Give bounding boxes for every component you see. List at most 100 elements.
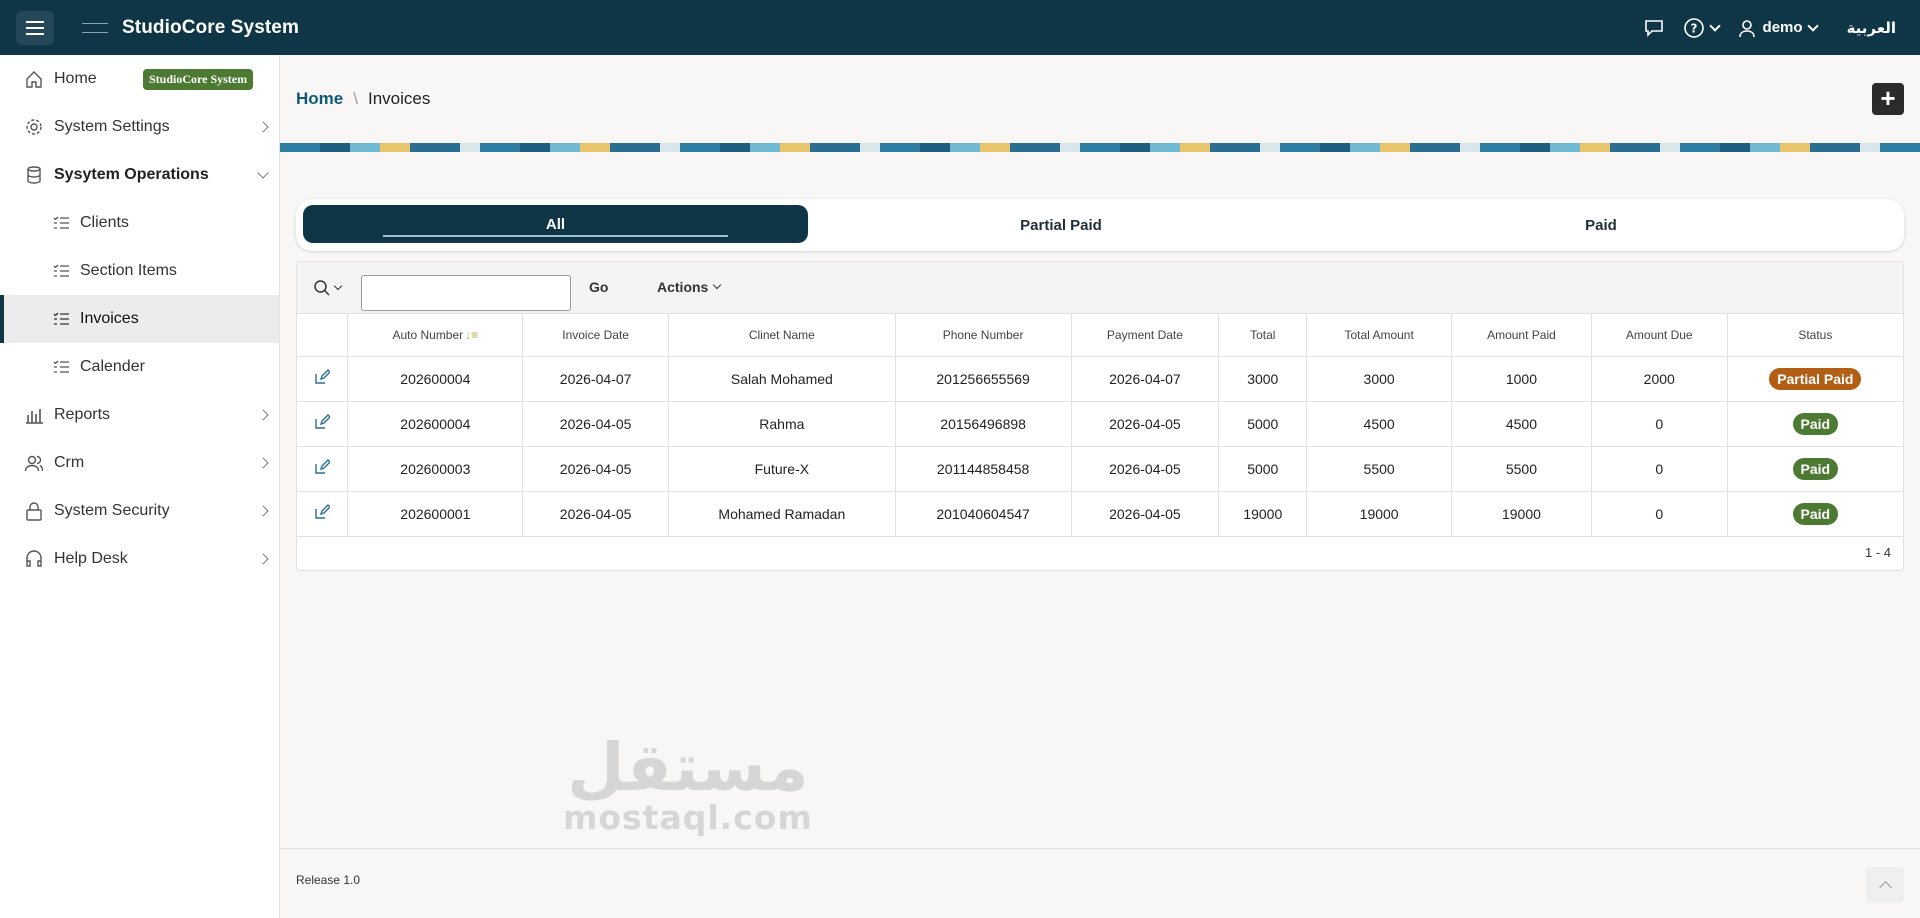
- sidebar-item-reports[interactable]: Reports: [0, 391, 279, 439]
- scroll-to-top-button[interactable]: [1866, 867, 1904, 903]
- sidebar: Home StudioCore System System Settings S…: [0, 55, 280, 918]
- search-column-button[interactable]: [313, 278, 347, 298]
- headset-icon: [26, 550, 42, 567]
- column-header-payment-date[interactable]: Payment Date: [1071, 314, 1220, 357]
- column-header-amount-paid[interactable]: Amount Paid: [1451, 314, 1592, 357]
- watermark: مستقل mostaql.com: [563, 735, 813, 835]
- home-icon: [26, 71, 42, 88]
- chat-button[interactable]: [1643, 18, 1665, 38]
- cell-amount-due: 2000: [1591, 356, 1728, 402]
- actions-menu-button[interactable]: Actions: [657, 279, 722, 295]
- column-header-total-amount[interactable]: Total Amount: [1306, 314, 1453, 357]
- chevron-down-icon: [713, 280, 722, 290]
- chevron-down-icon: [1708, 19, 1721, 32]
- sidebar-item-system-operations[interactable]: Sysytem Operations: [0, 151, 279, 199]
- column-header-auto-number[interactable]: Auto Number ↓≡: [347, 314, 524, 357]
- help-menu-button[interactable]: ?: [1683, 17, 1721, 39]
- go-button[interactable]: Go: [589, 279, 608, 295]
- decorative-banner: [280, 143, 1920, 152]
- breadcrumb-home-link[interactable]: Home: [296, 89, 343, 109]
- sidebar-item-system-security[interactable]: System Security: [0, 487, 279, 535]
- cell-total-amount: 5500: [1306, 446, 1453, 492]
- table-header-row: Auto Number ↓≡ Invoice Date Clinet Name P…: [297, 314, 1903, 357]
- add-invoice-button[interactable]: +: [1872, 83, 1904, 115]
- user-menu-button[interactable]: demo: [1737, 18, 1819, 38]
- sidebar-item-calender[interactable]: Calender: [0, 343, 279, 391]
- header-actions: ? demo العربية: [1643, 0, 1896, 55]
- bar-chart-icon: [26, 409, 43, 424]
- cell-status: Paid: [1727, 491, 1903, 537]
- sidebar-item-clients[interactable]: Clients: [0, 199, 279, 247]
- table-row: 202600004 2026-04-05 Rahma 20156496898 2…: [297, 401, 1903, 447]
- breadcrumb-separator: \: [353, 89, 358, 108]
- watermark-arabic: مستقل: [567, 729, 809, 806]
- chevron-down-icon: [333, 281, 343, 291]
- sidebar-item-system-settings[interactable]: System Settings: [0, 103, 279, 151]
- user-icon: [1738, 19, 1755, 37]
- column-header-total[interactable]: Total: [1218, 314, 1308, 357]
- main-content: Home \ Invoices + All Partial Paid Paid …: [280, 55, 1920, 918]
- column-header-amount-due[interactable]: Amount Due: [1591, 314, 1728, 357]
- sidebar-item-label: Clients: [80, 214, 129, 231]
- cell-invoice-date: 2026-04-05: [522, 446, 669, 492]
- column-header-client-name[interactable]: Clinet Name: [668, 314, 896, 357]
- cell-total-amount: 4500: [1306, 401, 1453, 447]
- chevron-right-icon: [257, 505, 269, 517]
- cell-amount-paid: 5500: [1451, 446, 1592, 492]
- cell-invoice-date: 2026-04-05: [522, 491, 669, 537]
- sidebar-item-crm[interactable]: Crm: [0, 439, 279, 487]
- sidebar-item-label: System Security: [54, 502, 170, 519]
- column-header-label: Auto Number: [392, 327, 464, 342]
- home-badge: StudioCore System: [143, 69, 254, 90]
- chevron-up-icon: [1878, 880, 1892, 894]
- tab-all[interactable]: All: [303, 205, 808, 243]
- sidebar-item-help-desk[interactable]: Help Desk: [0, 535, 279, 583]
- search-input[interactable]: [361, 275, 571, 311]
- cell-amount-paid: 4500: [1451, 401, 1592, 447]
- list-icon: [53, 216, 69, 229]
- cell-client-name: Future-X: [668, 446, 896, 492]
- cell-total: 19000: [1218, 491, 1308, 537]
- hamburger-icon-line: [26, 32, 44, 35]
- edit-cell[interactable]: [297, 401, 349, 447]
- gear-icon: [26, 119, 42, 135]
- chat-icon: [1644, 19, 1663, 37]
- cell-total-amount: 19000: [1306, 491, 1453, 537]
- sidebar-item-label: System Settings: [54, 118, 170, 135]
- app-title[interactable]: StudioCore System: [122, 17, 299, 39]
- column-header-edit: [297, 314, 349, 357]
- users-icon: [24, 455, 44, 472]
- cell-total: 3000: [1218, 356, 1308, 402]
- logo-icon: [82, 22, 108, 33]
- cell-client-name: Rahma: [668, 401, 896, 447]
- plus-icon: +: [1880, 83, 1896, 113]
- status-badge: Paid: [1792, 412, 1839, 435]
- sidebar-item-home[interactable]: Home StudioCore System: [0, 55, 279, 103]
- pagination-range: 1 - 4: [1864, 545, 1891, 560]
- edit-icon: [315, 414, 332, 429]
- cell-client-name: Salah Mohamed: [668, 356, 896, 402]
- cell-total: 5000: [1218, 401, 1308, 447]
- list-icon: [53, 312, 69, 325]
- cell-phone-number: 201256655569: [895, 356, 1072, 402]
- cell-phone-number: 20156496898: [895, 401, 1072, 447]
- column-header-invoice-date[interactable]: Invoice Date: [522, 314, 669, 357]
- sidebar-item-section-items[interactable]: Section Items: [0, 247, 279, 295]
- sort-descending-icon: ↓≡: [465, 327, 479, 342]
- cell-auto-number: 202600004: [347, 356, 524, 402]
- cell-amount-paid: 19000: [1451, 491, 1592, 537]
- edit-cell[interactable]: [297, 491, 349, 537]
- menu-toggle-button[interactable]: [16, 10, 54, 45]
- edit-cell[interactable]: [297, 446, 349, 492]
- sidebar-item-invoices[interactable]: Invoices: [0, 295, 279, 343]
- tab-paid[interactable]: Paid: [1396, 199, 1806, 251]
- column-header-status[interactable]: Status: [1727, 314, 1903, 357]
- column-header-phone-number[interactable]: Phone Number: [895, 314, 1072, 357]
- sidebar-item-label: Home: [54, 70, 97, 87]
- edit-cell[interactable]: [297, 356, 349, 402]
- release-version: Release 1.0: [296, 873, 361, 887]
- tab-partial-paid[interactable]: Partial Paid: [856, 199, 1266, 251]
- chevron-down-icon: [257, 167, 269, 179]
- language-link[interactable]: العربية: [1847, 19, 1896, 37]
- cell-phone-number: 201040604547: [895, 491, 1072, 537]
